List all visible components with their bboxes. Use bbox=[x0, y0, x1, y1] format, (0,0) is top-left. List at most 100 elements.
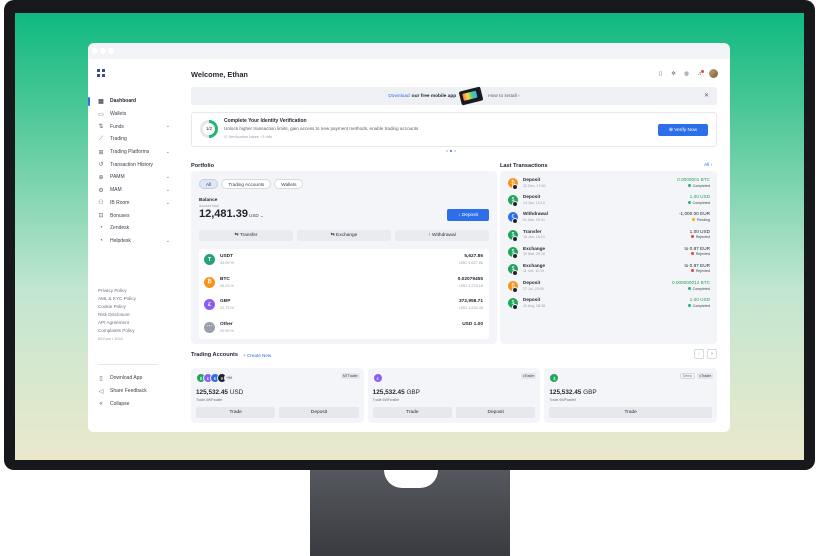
trading-account-cards: $ £ € ¥ +99 MTTrader 125,532.45 USD Trade 6WFwa… bbox=[191, 368, 718, 423]
withdrawal-button[interactable]: ↑ Withdrawal bbox=[395, 230, 489, 241]
asset-row[interactable]: ⋯ Other 20.95 % USD 1.00 bbox=[199, 317, 489, 340]
legal-link-cookie-policy[interactable]: Cookie Policy bbox=[98, 303, 136, 311]
trade-button[interactable]: Trade bbox=[549, 407, 713, 418]
header-actions: ▯ ✲ ◍ ♫ bbox=[657, 69, 718, 78]
transaction-row[interactable]: $ Transfer 18 Jan, 18:10 1.00 USD Rejected bbox=[504, 226, 713, 243]
transfer-button[interactable]: ⇆ Transfer bbox=[199, 230, 293, 241]
sidebar-item-trading[interactable]: ⟋ Trading bbox=[88, 133, 180, 146]
portfolio-title: Portfolio bbox=[191, 163, 214, 169]
trading-account-card[interactable]: $ cTrader Demo 125,532.45 GBP Trade 6WFwalle… bbox=[544, 368, 718, 423]
sidebar-item-helpdesk[interactable]: ◔ Helpdesk ⌄ bbox=[88, 235, 180, 248]
sidebar-item-label: PAMM bbox=[110, 174, 125, 181]
legal-link-risk-disclosure[interactable]: Risk Disclosure bbox=[98, 311, 136, 319]
window-close-dot[interactable] bbox=[92, 48, 98, 54]
sidebar-item-mam[interactable]: ⚙ MAM ⌄ bbox=[88, 184, 180, 197]
brand-logo-icon[interactable] bbox=[97, 69, 105, 77]
close-icon[interactable]: ✕ bbox=[704, 92, 709, 99]
next-arrow-icon[interactable]: › bbox=[707, 349, 717, 359]
asset-value: 5,627.86 bbox=[464, 254, 483, 259]
globe-icon[interactable]: ◍ bbox=[683, 71, 690, 77]
trading-account-card[interactable]: $ £ € ¥ +99 MTTrader 125,532.45 USD Trade 6WFwa… bbox=[191, 368, 364, 423]
verification-step: 1/2 bbox=[206, 126, 212, 131]
legal-link-complaints-policy[interactable]: Complaints Policy bbox=[98, 327, 136, 335]
exchange-button[interactable]: ⇆ Exchange bbox=[297, 230, 391, 241]
transaction-row[interactable]: $ Exchange 30 Mar, 20:10 to 0.87 EUR Rejecte… bbox=[504, 243, 713, 260]
transaction-type: Deposit bbox=[523, 194, 541, 200]
deposit-button[interactable]: ↓ Deposit bbox=[447, 209, 489, 221]
sidebar-item-wallets[interactable]: ▭ Wallets bbox=[88, 108, 180, 121]
copyright: B2Core • 2024 bbox=[98, 337, 123, 341]
chevron-down-icon[interactable]: ⌄ bbox=[166, 238, 170, 244]
pager-dot[interactable] bbox=[454, 150, 456, 152]
transaction-row[interactable]: $ Exchange 11 Oct, 11:19 to 0.87 EUR Rejecte… bbox=[504, 260, 713, 277]
chevron-down-icon[interactable]: ⌄ bbox=[166, 174, 170, 180]
chevron-down-icon[interactable]: ⌄ bbox=[166, 187, 170, 193]
window-maximize-dot[interactable] bbox=[108, 48, 114, 54]
collapse-icon: « bbox=[99, 400, 103, 407]
sidebar-item-ib-room[interactable]: ⚇ IB Room ⌄ bbox=[88, 197, 180, 210]
sidebar-item-download-app[interactable]: ▯ Download App bbox=[88, 372, 180, 385]
user-avatar[interactable] bbox=[709, 69, 718, 78]
bell-icon[interactable]: ♫ bbox=[696, 69, 704, 77]
sidebar-item-trading-platforms[interactable]: ⊞ Trading Platforms ⌄ bbox=[88, 146, 180, 159]
transaction-row[interactable]: € Withdrawal 01 Mar, 09:41 -1,000.00 EUR Pen… bbox=[504, 208, 713, 225]
asset-usd: USD 1,534.38 bbox=[459, 306, 483, 310]
sidebar-item-pamm[interactable]: ⊕ PAMM ⌄ bbox=[88, 171, 180, 184]
legal-link-api-agreement[interactable]: API Agreement bbox=[98, 319, 136, 327]
transaction-row[interactable]: $ Deposit 20 Aug, 08:38 1.00 USD Completed bbox=[504, 294, 713, 311]
status-dot-icon bbox=[691, 235, 695, 239]
how-to-install-link[interactable]: How to install › bbox=[488, 94, 519, 99]
transaction-row[interactable]: ₿ Deposit 27 Jul, 23:09 0.000000012 BTC Comp… bbox=[504, 277, 713, 294]
currency-select[interactable]: USD ⌄ bbox=[249, 213, 264, 219]
transaction-currency-icon: € bbox=[508, 212, 518, 225]
transaction-status: Completed bbox=[688, 303, 710, 308]
asset-row[interactable]: £ GBP 22.73 % 372,958.71 USD 1,534.38 bbox=[199, 294, 489, 317]
verify-now-button[interactable]: ⊕ Verify Now bbox=[658, 124, 708, 136]
transactions-all-link[interactable]: All › bbox=[704, 163, 712, 168]
account-currency: GBP bbox=[406, 389, 420, 396]
account-balance-value: 125,532.45 bbox=[549, 389, 582, 396]
chevron-down-icon[interactable]: ⌄ bbox=[166, 200, 170, 206]
window-minimize-dot[interactable] bbox=[100, 48, 106, 54]
trading-account-card[interactable]: £ cTrader 125,532.45 GBP Trade 6WFwallet Tra… bbox=[367, 368, 541, 423]
legal-link-aml-kyc-policy[interactable]: AML & KYC Policy bbox=[98, 295, 136, 303]
deposit-button[interactable]: Deposit bbox=[279, 407, 359, 418]
sidebar-item-collapse[interactable]: « Collapse bbox=[88, 397, 180, 410]
trade-button[interactable]: Trade bbox=[372, 407, 453, 418]
sidebar-item-zendesk[interactable]: ◔ Zendesk bbox=[88, 222, 180, 235]
deposit-button[interactable]: Deposit bbox=[456, 407, 536, 418]
sidebar-item-funds[interactable]: ⇅ Funds ⌄ bbox=[88, 120, 180, 133]
transaction-row[interactable]: $ Deposit 14 Jan, 13:13 1.00 USD Completed bbox=[504, 191, 713, 208]
chevron-down-icon[interactable]: ⌄ bbox=[166, 123, 170, 129]
other-coin-icon: ⋯ bbox=[204, 321, 215, 333]
sidebar-item-bonuses[interactable]: ⊡ Bonuses bbox=[88, 209, 180, 222]
create-account-link[interactable]: + Create New bbox=[243, 353, 271, 358]
tab-wallets[interactable]: Wallets bbox=[274, 179, 304, 189]
settings-icon[interactable]: ✲ bbox=[670, 71, 677, 77]
sidebar-item-share-feedback[interactable]: ◁ Share Feedback bbox=[88, 385, 180, 398]
trade-button[interactable]: Trade bbox=[196, 407, 276, 418]
transaction-status-label: Pending bbox=[696, 218, 710, 223]
asset-row[interactable]: ₿ BTC 35.23 % 0.02079455 USD 2,275.18 bbox=[199, 272, 489, 295]
tab-all[interactable]: All bbox=[199, 179, 219, 189]
asset-row[interactable]: T USDT 40.09 % 5,627.86 USD 5,627.86 bbox=[199, 249, 489, 272]
chevron-down-icon[interactable]: ⌄ bbox=[166, 149, 170, 155]
download-link[interactable]: Download bbox=[388, 94, 409, 99]
banner-text: our free mobile app bbox=[411, 93, 457, 99]
transaction-status-label: Completed bbox=[692, 183, 710, 188]
legal-link-privacy-policy[interactable]: Privacy Policy bbox=[98, 287, 136, 295]
sidebar-item-dashboard[interactable]: ▦ Dashboard bbox=[88, 95, 180, 108]
transaction-date: 18 Jan, 18:10 bbox=[523, 235, 545, 240]
pager-dot-active[interactable] bbox=[450, 150, 452, 152]
wallet-icon: ▭ bbox=[98, 111, 104, 118]
transaction-type-badge-icon bbox=[512, 201, 518, 208]
tab-trading-accounts[interactable]: Trading Accounts bbox=[221, 179, 272, 189]
pager-dot[interactable] bbox=[446, 150, 448, 152]
transaction-row[interactable]: ₿ Deposit 22 Dec, 17:00 0.0000001 BTC Comple… bbox=[504, 174, 713, 191]
history-icon: ↺ bbox=[98, 162, 104, 169]
sidebar-item-transaction-history[interactable]: ↺ Transaction History bbox=[88, 158, 180, 171]
browser-window: ▦ Dashboard ▭ Wallets ⇅ Funds ⌄ ⟋ Trading ⊞ Tradin… bbox=[88, 43, 730, 432]
wallet-icon[interactable]: ▯ bbox=[657, 71, 664, 77]
transaction-type-badge-icon bbox=[512, 269, 518, 276]
prev-arrow-icon[interactable]: ‹ bbox=[694, 349, 704, 359]
